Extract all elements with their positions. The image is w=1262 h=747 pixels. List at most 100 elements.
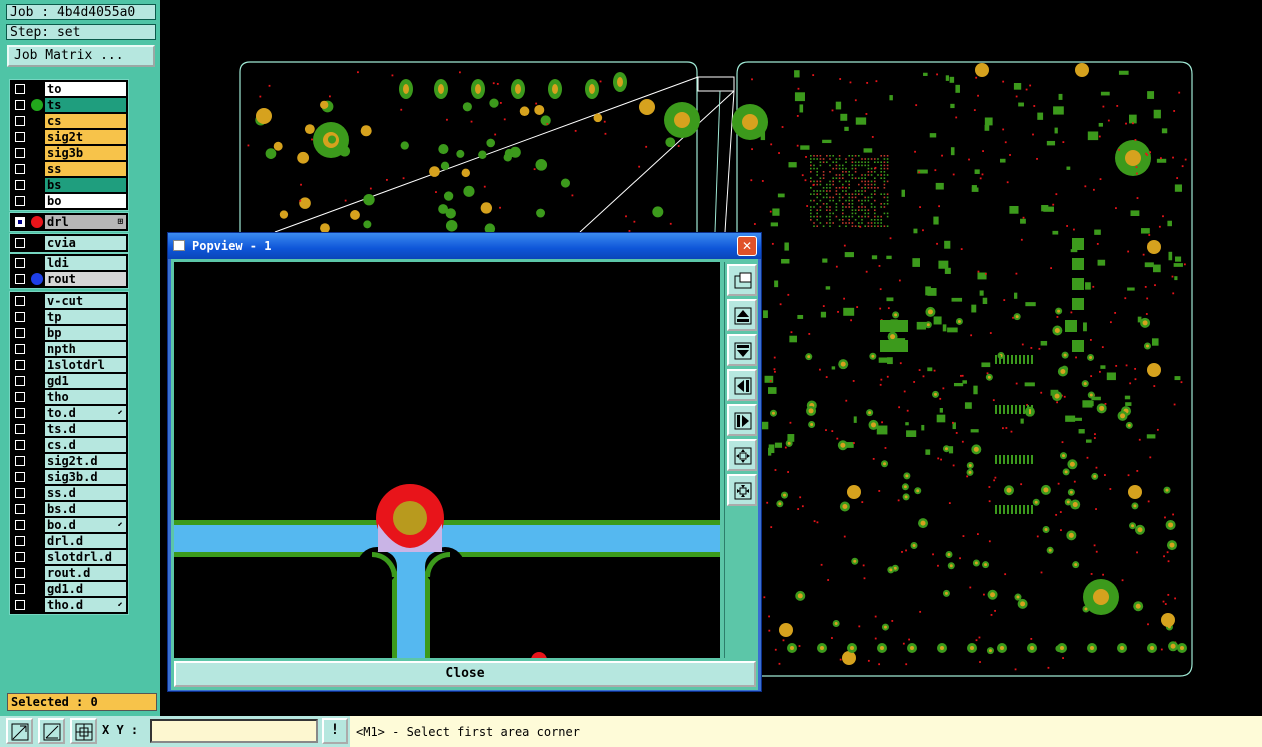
layer-name[interactable]: gd1	[45, 374, 126, 388]
layer-row-sig3b.d[interactable]: sig3b.d	[10, 469, 128, 485]
layer-name[interactable]: cvia	[45, 236, 126, 250]
layer-checkbox[interactable]	[15, 344, 25, 354]
layer-checkbox[interactable]	[15, 520, 25, 530]
measure-button[interactable]	[38, 718, 65, 744]
layer-row-drl.d[interactable]: drl.d	[10, 533, 128, 549]
layer-name[interactable]: sig2t.d	[45, 454, 126, 468]
pan-right-button[interactable]	[727, 404, 757, 436]
layer-row-sig3b[interactable]: sig3b	[10, 145, 128, 161]
zoom-out-button[interactable]	[727, 439, 757, 471]
layer-row-drl[interactable]: drl ⊞	[10, 214, 128, 230]
layer-checkbox[interactable]	[15, 488, 25, 498]
layer-name[interactable]: slotdrl.d	[45, 550, 126, 564]
layer-checkbox[interactable]	[15, 296, 25, 306]
layer-row-ldi[interactable]: ldi	[10, 255, 128, 271]
layer-name[interactable]: drl.d	[45, 534, 126, 548]
layer-row-bo.d[interactable]: bo.d ⬋	[10, 517, 128, 533]
layer-row-tp[interactable]: tp	[10, 309, 128, 325]
layer-row-bs[interactable]: bs	[10, 177, 128, 193]
layer-row-to[interactable]: to	[10, 81, 128, 97]
layer-name[interactable]: v-cut	[45, 294, 126, 308]
layer-checkbox[interactable]	[15, 196, 25, 206]
layer-checkbox[interactable]	[15, 116, 25, 126]
layer-name[interactable]: ts	[45, 98, 126, 112]
layer-row-cvia[interactable]: cvia	[10, 235, 128, 251]
pan-down-button[interactable]	[727, 334, 757, 366]
layer-checkbox[interactable]	[15, 536, 25, 546]
layer-name[interactable]: ldi	[45, 256, 126, 270]
layer-color-dot[interactable]	[31, 273, 43, 285]
layer-row-tho.d[interactable]: tho.d ⬋	[10, 597, 128, 613]
layer-checkbox[interactable]	[15, 148, 25, 158]
layer-checkbox[interactable]	[15, 84, 25, 94]
layer-checkbox[interactable]	[15, 568, 25, 578]
pan-left-button[interactable]	[727, 369, 757, 401]
layer-row-sig2t[interactable]: sig2t	[10, 129, 128, 145]
layer-color-dot[interactable]	[31, 216, 43, 228]
layer-row-1slotdrl[interactable]: 1slotdrl	[10, 357, 128, 373]
layer-name[interactable]: sig3b	[45, 146, 126, 160]
layer-name[interactable]: ss	[45, 162, 126, 176]
layer-name[interactable]: bo.d ⬋	[45, 518, 126, 532]
layer-checkbox[interactable]	[15, 238, 25, 248]
layer-row-gd1.d[interactable]: gd1.d	[10, 581, 128, 597]
layer-name[interactable]: gd1.d	[45, 582, 126, 596]
layer-checkbox[interactable]	[15, 440, 25, 450]
layer-checkbox[interactable]	[15, 312, 25, 322]
layer-row-sig2t.d[interactable]: sig2t.d	[10, 453, 128, 469]
layer-checkbox[interactable]	[15, 132, 25, 142]
layer-checkbox[interactable]	[15, 274, 25, 284]
layer-row-bo[interactable]: bo	[10, 193, 128, 209]
layer-checkbox[interactable]	[15, 600, 25, 610]
layer-row-ss[interactable]: ss	[10, 161, 128, 177]
layer-row-bp[interactable]: bp	[10, 325, 128, 341]
window-close-button[interactable]: ✕	[737, 236, 757, 256]
pan-up-button[interactable]	[727, 299, 757, 331]
zoom-area-button[interactable]	[6, 718, 33, 744]
layer-name[interactable]: bs	[45, 178, 126, 192]
layer-row-npth[interactable]: npth	[10, 341, 128, 357]
layer-checkbox[interactable]	[15, 376, 25, 386]
layer-checkbox[interactable]	[15, 504, 25, 514]
layer-name[interactable]: drl ⊞	[45, 215, 126, 229]
layer-checkbox[interactable]	[15, 552, 25, 562]
layer-checkbox[interactable]	[15, 258, 25, 268]
layer-checkbox[interactable]	[15, 164, 25, 174]
xy-coordinate-input[interactable]	[150, 719, 318, 743]
layer-row-cs.d[interactable]: cs.d	[10, 437, 128, 453]
layer-checkbox[interactable]	[15, 408, 25, 418]
grid-snap-button[interactable]	[70, 718, 97, 744]
info-button[interactable]: !	[322, 718, 348, 744]
popview-canvas[interactable]	[174, 262, 720, 658]
job-matrix-button[interactable]: Job Matrix ...	[7, 45, 155, 67]
layer-row-ts.d[interactable]: ts.d	[10, 421, 128, 437]
layer-name[interactable]: bs.d	[45, 502, 126, 516]
layer-row-ss.d[interactable]: ss.d	[10, 485, 128, 501]
layer-name[interactable]: ss.d	[45, 486, 126, 500]
layer-name[interactable]: tho.d ⬋	[45, 598, 126, 612]
layer-checkbox[interactable]	[15, 360, 25, 370]
layer-name[interactable]: rout	[45, 272, 126, 286]
layer-checkbox[interactable]	[15, 100, 25, 110]
layer-checkbox[interactable]	[15, 217, 25, 227]
layer-name[interactable]: cs	[45, 114, 126, 128]
layer-row-tho[interactable]: tho	[10, 389, 128, 405]
layer-row-gd1[interactable]: gd1	[10, 373, 128, 389]
layer-checkbox[interactable]	[15, 456, 25, 466]
layer-checkbox[interactable]	[15, 180, 25, 190]
layer-row-cs[interactable]: cs	[10, 113, 128, 129]
layer-name[interactable]: sig3b.d	[45, 470, 126, 484]
layer-name[interactable]: sig2t	[45, 130, 126, 144]
layer-row-ts[interactable]: ts	[10, 97, 128, 113]
popview-title-bar[interactable]: Popview - 1 ✕	[168, 233, 761, 259]
layer-row-slotdrl.d[interactable]: slotdrl.d	[10, 549, 128, 565]
layer-name[interactable]: npth	[45, 342, 126, 356]
layer-name[interactable]: cs.d	[45, 438, 126, 452]
zoom-in-button[interactable]	[727, 474, 757, 506]
layer-checkbox[interactable]	[15, 424, 25, 434]
popview-close-button[interactable]: Close	[174, 661, 756, 687]
layer-color-dot[interactable]	[31, 99, 43, 111]
layer-checkbox[interactable]	[15, 328, 25, 338]
layer-name[interactable]: tho	[45, 390, 126, 404]
layer-checkbox[interactable]	[15, 584, 25, 594]
